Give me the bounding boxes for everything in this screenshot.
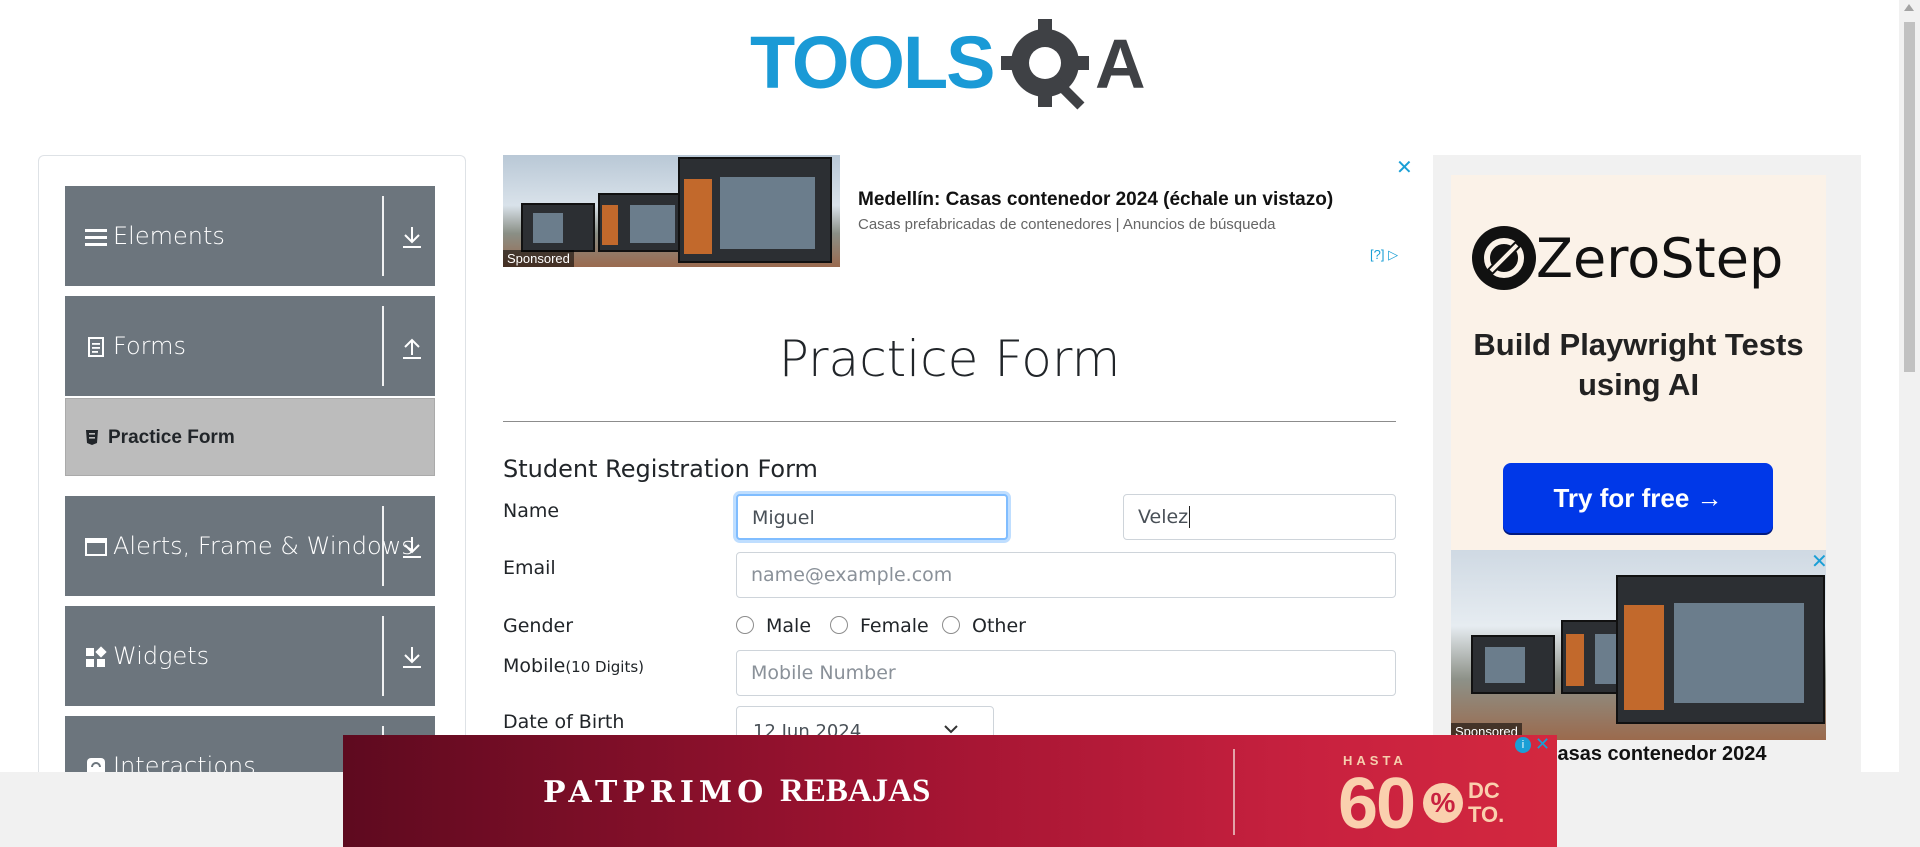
gender-female-radio[interactable]: Female [830,615,929,637]
text-cursor [1189,506,1197,528]
ad-image[interactable]: Sponsored [1451,550,1826,740]
radio-label[interactable]: Male [766,615,811,637]
bottom-banner-ad[interactable]: PATPRIMO REBAJAS HASTA 60 % DC TO. i ✕ [343,735,1557,847]
download-arrow-icon[interactable] [401,534,423,560]
gender-label: Gender [503,615,574,637]
info-icon[interactable]: i [1515,737,1531,753]
sidebar-item-practice-form[interactable]: Practice Form [65,398,435,476]
radio-circle[interactable] [736,616,754,634]
ad-info-label[interactable]: [?] [1370,247,1384,262]
sidebar-group-label: Elements [113,222,225,250]
last-name-input[interactable]: Velez [1123,494,1396,540]
divider [382,306,384,386]
gender-other-radio[interactable]: Other [942,615,1026,637]
radio-circle[interactable] [942,616,960,634]
percent-badge: % [1423,783,1463,823]
page-title: Practice Form [778,330,1121,388]
chevron-down-icon[interactable] [943,723,959,735]
divider [382,506,384,586]
sidebar-group-alerts[interactable]: Alerts, Frame & Windows [65,496,435,596]
mobile-label: Mobile(10 Digits) [503,655,644,677]
ad-headline[interactable]: Casas contenedor 2024 [1543,743,1766,766]
email-placeholder: name@example.com [751,564,953,586]
document-icon [88,337,104,357]
sidebar-group-widgets[interactable]: Widgets [65,606,435,706]
divider [503,421,1396,422]
divider [382,196,384,276]
sidebar: Elements Forms Practice Form Alerts, Fra… [38,155,466,786]
ad-image[interactable]: Sponsored [503,155,840,267]
ad-subtitle: Casas prefabricadas de contenedores | An… [858,216,1276,233]
divider [1233,749,1235,835]
last-name-value: Velez [1138,506,1189,528]
banner-dcto: DC TO. [1468,778,1505,827]
gender-male-radio[interactable]: Male [736,615,811,637]
close-icon[interactable]: ✕ [1535,735,1550,755]
sidebar-group-label: Widgets [113,642,210,670]
ad-brand: ZeroStep [1536,227,1784,290]
zerostep-logo-icon [1472,226,1536,290]
radio-label[interactable]: Other [972,615,1026,637]
name-label: Name [503,500,560,522]
sidebar-group-label: Alerts, Frame & Windows [113,532,414,560]
window-icon [85,538,107,556]
toolsqa-logo[interactable]: TOOLS A [750,18,1155,113]
form-heading: Student Registration Form [503,455,818,483]
sidebar-group-label: Forms [113,332,186,360]
close-icon[interactable]: ✕ [1811,549,1828,574]
email-input[interactable]: name@example.com [736,552,1396,598]
ad-tagline: Build Playwright Tests using AI [1473,327,1804,402]
adchoices-icon[interactable]: [?] ▷ [1370,247,1398,263]
mobile-hint: (10 Digits) [565,658,644,676]
ad-title[interactable]: Medellín: Casas contenedor 2024 (échale … [858,189,1333,211]
sidebar-group-elements[interactable]: Elements [65,186,435,286]
radio-circle[interactable] [830,616,848,634]
scroll-up-arrow-icon[interactable] [1904,4,1914,11]
radio-label[interactable]: Female [860,615,929,637]
menu-icon [85,229,107,246]
download-arrow-icon[interactable] [401,224,423,250]
container-house [1616,575,1825,724]
banner-sale-text: REBAJAS [780,773,931,809]
close-icon[interactable]: ✕ [1396,155,1413,180]
sponsored-label: Sponsored [503,250,574,267]
download-arrow-icon[interactable] [401,644,423,670]
divider [382,616,384,696]
scrollbar-thumb[interactable] [1904,22,1915,372]
mobile-placeholder: Mobile Number [751,662,896,684]
zerostep-ad[interactable]: ZeroStep Build Playwright Tests using AI… [1451,175,1826,550]
sidebar-item-label: Practice Form [108,427,235,448]
banner-discount: 60 [1338,764,1416,844]
mobile-input[interactable]: Mobile Number [736,650,1396,696]
vertical-scrollbar[interactable] [1899,0,1920,847]
try-for-free-button[interactable]: Try for free → [1503,463,1773,533]
right-ad[interactable]: ZeroStep Build Playwright Tests using AI… [1433,155,1861,775]
banner-brand: PATPRIMO [543,775,769,810]
container-house [521,203,595,252]
email-label: Email [503,557,556,579]
logo-a-text: A [1095,25,1146,103]
container-house [1471,635,1555,694]
sidebar-group-forms[interactable]: Forms [65,296,435,396]
gear-icon [1001,19,1089,110]
logo-tools-text: TOOLS [750,21,994,104]
form-icon [86,430,98,445]
mobile-label-text: Mobile [503,655,566,677]
dob-label: Date of Birth [503,711,625,733]
first-name-value: Miguel [752,507,815,529]
first-name-input[interactable]: Miguel [736,494,1008,540]
top-ad[interactable]: Sponsored Medellín: Casas contenedor 202… [503,155,1413,270]
upload-arrow-icon[interactable] [401,334,423,360]
widgets-icon [86,646,107,667]
container-house [678,157,832,263]
